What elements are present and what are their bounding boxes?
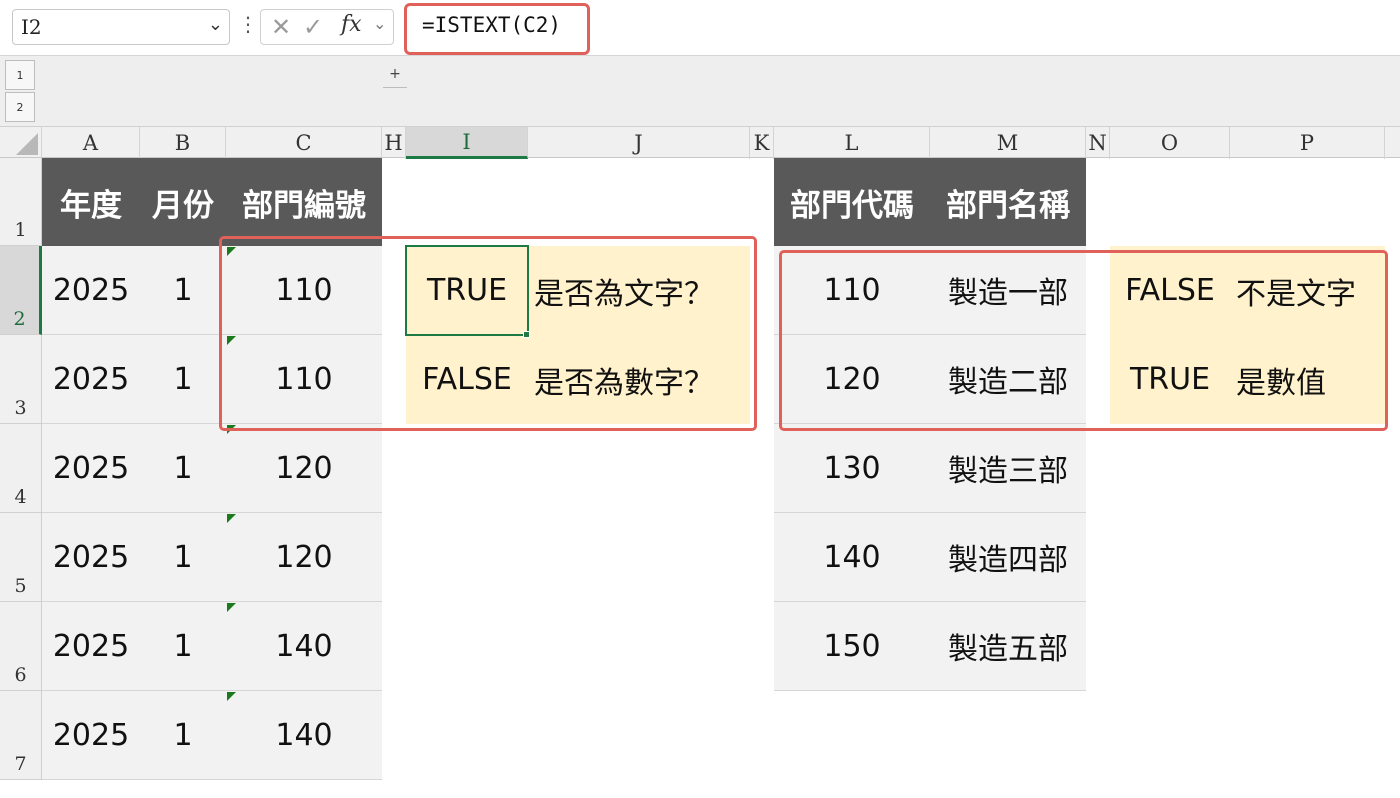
cell-b6[interactable]: 1 bbox=[140, 602, 226, 691]
cell-c4[interactable]: 120 bbox=[226, 424, 382, 513]
column-header-a[interactable]: A bbox=[42, 127, 140, 159]
row-header-5[interactable]: 5 bbox=[0, 513, 42, 602]
cell-a5[interactable]: 2025 bbox=[42, 513, 140, 602]
row-header-6[interactable]: 6 bbox=[0, 602, 42, 691]
header-cell-dept-name[interactable]: 部門名稱 bbox=[930, 158, 1086, 246]
row-header-7[interactable]: 7 bbox=[0, 691, 42, 780]
outline-level-2-button[interactable]: 2 bbox=[5, 92, 35, 122]
cancel-icon[interactable]: ✕ bbox=[271, 13, 291, 41]
chevron-down-icon[interactable]: ⌄ bbox=[208, 14, 223, 35]
cell-a2[interactable]: 2025 bbox=[42, 246, 140, 335]
cell-b3[interactable]: 1 bbox=[140, 335, 226, 424]
enter-check-icon[interactable]: ✓ bbox=[303, 13, 323, 41]
formula-controls: ✕ ✓ fx ⌄ bbox=[260, 9, 394, 45]
cell-m5[interactable]: 製造四部 bbox=[930, 513, 1086, 602]
formula-annotation-box bbox=[404, 3, 590, 55]
outline-level-1-button[interactable]: 1 bbox=[5, 60, 35, 90]
cell-m4[interactable]: 製造三部 bbox=[930, 424, 1086, 513]
header-cell-month[interactable]: 月份 bbox=[140, 158, 226, 246]
cell-c7[interactable]: 140 bbox=[226, 691, 382, 780]
text-number-warning-icon bbox=[227, 514, 236, 523]
cell-l6[interactable]: 150 bbox=[774, 602, 930, 691]
cell-b2[interactable]: 1 bbox=[140, 246, 226, 335]
cell-b5[interactable]: 1 bbox=[140, 513, 226, 602]
cell-c5[interactable]: 120 bbox=[226, 513, 382, 602]
column-header-i[interactable]: I bbox=[406, 127, 528, 159]
column-header-j[interactable]: J bbox=[528, 127, 750, 159]
column-header-b[interactable]: B bbox=[140, 127, 226, 159]
header-cell-year[interactable]: 年度 bbox=[42, 158, 140, 246]
header-cell-dept-code[interactable]: 部門代碼 bbox=[774, 158, 930, 246]
right-annotation-box bbox=[779, 250, 1388, 431]
cell-a4[interactable]: 2025 bbox=[42, 424, 140, 513]
select-all-icon bbox=[16, 133, 38, 155]
cell-a7[interactable]: 2025 bbox=[42, 691, 140, 780]
text-number-warning-icon bbox=[227, 603, 236, 612]
column-header-o[interactable]: O bbox=[1110, 127, 1230, 159]
cell-c6[interactable]: 140 bbox=[226, 602, 382, 691]
cell-b4[interactable]: 1 bbox=[140, 424, 226, 513]
name-box[interactable]: I2 ⌄ bbox=[12, 9, 230, 45]
text-number-warning-icon bbox=[227, 692, 236, 701]
expand-group-icon[interactable]: + bbox=[383, 60, 407, 88]
column-header-n[interactable]: N bbox=[1086, 127, 1110, 159]
header-cell-dept-number[interactable]: 部門編號 bbox=[226, 158, 382, 246]
cell-l5[interactable]: 140 bbox=[774, 513, 930, 602]
cell-m6[interactable]: 製造五部 bbox=[930, 602, 1086, 691]
row-header-3[interactable]: 3 bbox=[0, 335, 42, 424]
outline-bar bbox=[0, 56, 1400, 126]
insert-function-icon[interactable]: fx bbox=[341, 12, 362, 37]
left-annotation-box bbox=[219, 236, 757, 431]
formula-bar: I2 ⌄ ⋮ ✕ ✓ fx ⌄ =ISTEXT(C2) bbox=[0, 0, 1400, 56]
cell-a3[interactable]: 2025 bbox=[42, 335, 140, 424]
row-header-1[interactable]: 1 bbox=[0, 158, 42, 246]
column-header-l[interactable]: L bbox=[774, 127, 930, 159]
row-header-2[interactable]: 2 bbox=[0, 246, 42, 335]
name-box-value: I2 bbox=[21, 15, 42, 39]
column-headers: A B C H I J K L M N O P bbox=[0, 126, 1400, 159]
column-header-c[interactable]: C bbox=[226, 127, 382, 159]
column-header-h[interactable]: H bbox=[382, 127, 406, 159]
cell-b7[interactable]: 1 bbox=[140, 691, 226, 780]
row-header-4[interactable]: 4 bbox=[0, 424, 42, 513]
more-options-icon[interactable]: ⋮ bbox=[238, 12, 258, 36]
cell-l4[interactable]: 130 bbox=[774, 424, 930, 513]
cell-a6[interactable]: 2025 bbox=[42, 602, 140, 691]
column-header-k[interactable]: K bbox=[750, 127, 774, 159]
chevron-down-icon[interactable]: ⌄ bbox=[373, 14, 386, 33]
column-header-m[interactable]: M bbox=[930, 127, 1086, 159]
column-header-p[interactable]: P bbox=[1230, 127, 1385, 159]
select-all-corner[interactable] bbox=[0, 127, 42, 159]
